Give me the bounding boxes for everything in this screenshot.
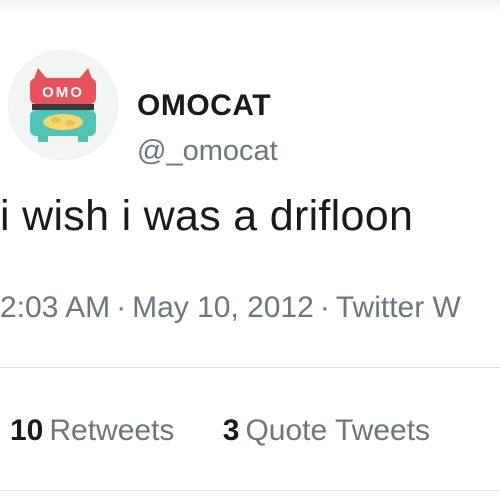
tweet-card: OMO OMOCAT @_omocat i wish i was a drifl… [0, 0, 500, 500]
tweet-header: OMO OMOCAT @_omocat [0, 38, 500, 167]
divider [0, 367, 500, 368]
quote-tweets-count: 3 [222, 414, 240, 447]
quote-tweets-stat[interactable]: 3 Quote Tweets [223, 414, 430, 448]
tweet-date[interactable]: May 10, 2012 [132, 291, 314, 324]
tweet-text: i wish i was a drifloon [0, 192, 414, 240]
retweets-label: Retweets [49, 414, 175, 447]
tweet-meta: 2:03 AM · May 10, 2012 · Twitter W [0, 291, 461, 325]
bottom-divider [0, 490, 500, 491]
quote-tweets-label: Quote Tweets [245, 414, 431, 447]
retweets-stat[interactable]: 10 Retweets [10, 414, 174, 448]
tweet-stats: 10 Retweets 3 Quote Tweets [10, 414, 470, 448]
user-handle[interactable]: @_omocat [137, 135, 278, 168]
meta-separator-2: · [319, 291, 330, 324]
tweet-source[interactable]: Twitter W [336, 291, 461, 324]
omocat-logo-icon: OMO [30, 68, 96, 142]
meta-separator: · [116, 291, 127, 324]
top-edge [0, 0, 500, 12]
display-name[interactable]: OMOCAT [137, 89, 271, 123]
avatar[interactable]: OMO [8, 50, 118, 160]
tweet-time[interactable]: 2:03 AM [0, 291, 110, 324]
retweets-count: 10 [10, 414, 44, 447]
svg-text:OMO: OMO [42, 84, 84, 101]
